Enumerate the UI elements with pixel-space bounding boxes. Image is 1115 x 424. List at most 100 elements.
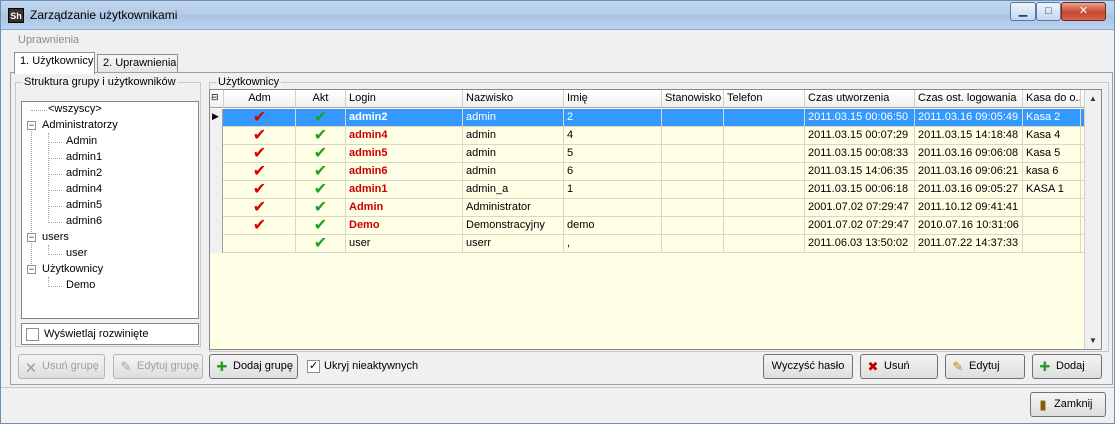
position-cell[interactable] (662, 217, 724, 235)
last-login-cell[interactable]: 2011.07.22 14:37:33 (915, 235, 1023, 253)
position-cell[interactable] (662, 163, 724, 181)
adm-cell[interactable] (224, 235, 296, 253)
clear-password-button[interactable]: Wyczyść hasło (763, 354, 853, 379)
tree-item-admin4[interactable]: admin4 (22, 182, 198, 198)
created-cell[interactable]: 2011.03.15 00:07:29 (805, 127, 915, 145)
akt-cell[interactable]: ✔ (296, 145, 346, 163)
row-indicator[interactable] (210, 163, 223, 181)
tree-item-admin5[interactable]: admin5 (22, 198, 198, 214)
surname-cell[interactable]: admin (463, 127, 564, 145)
login-cell[interactable]: admin1 (346, 181, 463, 199)
adm-cell[interactable]: ✔ (224, 145, 296, 163)
cash-register-cell[interactable]: Kasa 2 (1023, 109, 1081, 127)
phone-cell[interactable] (724, 217, 805, 235)
cash-register-cell[interactable] (1023, 235, 1081, 253)
adm-cell[interactable]: ✔ (224, 217, 296, 235)
position-cell[interactable] (662, 199, 724, 217)
created-cell[interactable]: 2011.03.15 00:08:33 (805, 145, 915, 163)
edit-user-button[interactable]: ✎ Edytuj (945, 354, 1025, 379)
current-row-indicator[interactable]: ▶ (210, 109, 223, 127)
last-login-cell[interactable]: 2011.03.15 14:18:48 (915, 127, 1023, 145)
row-indicator[interactable] (210, 127, 223, 145)
tree-item-admin6[interactable]: admin6 (22, 214, 198, 230)
table-row[interactable]: ▶ ✔ ✔ admin2 admin 2 2011.03.15 00:06:50 2011.0… (210, 109, 1085, 127)
column-header-imie[interactable]: Imię (564, 90, 662, 108)
phone-cell[interactable] (724, 181, 805, 199)
menu-uprawnienia[interactable]: Uprawnienia (18, 34, 79, 46)
firstname-cell[interactable]: 2 (564, 109, 662, 127)
firstname-cell[interactable]: demo (564, 217, 662, 235)
position-cell[interactable] (662, 109, 724, 127)
remove-group-button[interactable]: 🗙 Usuń grupę (18, 354, 105, 379)
login-cell[interactable]: admin5 (346, 145, 463, 163)
column-header-telefon[interactable]: Telefon (724, 90, 805, 108)
created-cell[interactable]: 2011.06.03 13:50:02 (805, 235, 915, 253)
row-indicator[interactable] (210, 217, 223, 235)
table-row[interactable]: ✔ ✔ admin1 admin_a 1 2011.03.15 00:06:18 2011.… (210, 181, 1085, 199)
table-row[interactable]: ✔ ✔ admin4 admin 4 2011.03.15 00:07:29 2011.03… (210, 127, 1085, 145)
add-user-button[interactable]: ✚ Dodaj (1032, 354, 1102, 379)
akt-cell[interactable]: ✔ (296, 199, 346, 217)
position-cell[interactable] (662, 145, 724, 163)
tree-item-users[interactable]: − users (22, 230, 198, 246)
phone-cell[interactable] (724, 163, 805, 181)
last-login-cell[interactable]: 2011.03.16 09:06:08 (915, 145, 1023, 163)
cash-register-cell[interactable]: kasa 6 (1023, 163, 1081, 181)
close-window-button[interactable]: ✕ (1061, 2, 1106, 21)
login-cell[interactable]: admin6 (346, 163, 463, 181)
akt-cell[interactable]: ✔ (296, 235, 346, 253)
maximize-button[interactable]: □ (1036, 2, 1061, 21)
created-cell[interactable]: 2011.03.15 00:06:50 (805, 109, 915, 127)
surname-cell[interactable]: admin (463, 109, 564, 127)
akt-cell[interactable]: ✔ (296, 127, 346, 145)
surname-cell[interactable]: userr (463, 235, 564, 253)
surname-cell[interactable]: admin (463, 145, 564, 163)
tab-users[interactable]: 1. Użytkownicy (14, 52, 95, 74)
created-cell[interactable]: 2001.07.02 07:29:47 (805, 199, 915, 217)
firstname-cell[interactable]: 6 (564, 163, 662, 181)
scroll-down-icon[interactable]: ▼ (1085, 332, 1101, 349)
edit-group-button[interactable]: ✎ Edytuj grupę (113, 354, 203, 379)
surname-cell[interactable]: Administrator (463, 199, 564, 217)
table-row[interactable]: ✔ ✔ Demo Demonstracyjny demo 2001.07.02 07:29… (210, 217, 1085, 235)
surname-cell[interactable]: admin (463, 163, 564, 181)
tree-item-admin1[interactable]: admin1 (22, 150, 198, 166)
firstname-cell[interactable]: , (564, 235, 662, 253)
group-tree[interactable]: <wszyscy> − Administratorzy Admin admin1 (21, 101, 199, 319)
akt-cell[interactable]: ✔ (296, 217, 346, 235)
firstname-cell[interactable]: 5 (564, 145, 662, 163)
phone-cell[interactable] (724, 109, 805, 127)
cash-register-cell[interactable]: Kasa 4 (1023, 127, 1081, 145)
tree-item-administratorzy[interactable]: − Administratorzy (22, 118, 198, 134)
row-indicator[interactable] (210, 145, 223, 163)
column-header-login[interactable]: Login (346, 90, 463, 108)
firstname-cell[interactable]: 1 (564, 181, 662, 199)
phone-cell[interactable] (724, 127, 805, 145)
collapse-icon[interactable]: − (27, 121, 36, 130)
phone-cell[interactable] (724, 199, 805, 217)
phone-cell[interactable] (724, 235, 805, 253)
column-header-stanowisko[interactable]: Stanowisko (662, 90, 724, 108)
position-cell[interactable] (662, 127, 724, 145)
login-cell[interactable]: admin4 (346, 127, 463, 145)
login-cell[interactable]: Demo (346, 217, 463, 235)
created-cell[interactable]: 2011.03.15 00:06:18 (805, 181, 915, 199)
table-row[interactable]: ✔ ✔ Admin Administrator 2001.07.02 07:29:47 2… (210, 199, 1085, 217)
phone-cell[interactable] (724, 145, 805, 163)
grid-vertical-scrollbar[interactable]: ▲ ▼ (1084, 90, 1101, 349)
row-indicator[interactable] (210, 181, 223, 199)
close-dialog-button[interactable]: ▮ Zamknij (1030, 392, 1106, 417)
adm-cell[interactable]: ✔ (224, 127, 296, 145)
tree-item-admin2[interactable]: admin2 (22, 166, 198, 182)
last-login-cell[interactable]: 2010.07.16 10:31:06 (915, 217, 1023, 235)
minimize-button[interactable]: ▁ (1010, 2, 1036, 21)
users-grid[interactable]: ⊟ Adm Akt Login Nazwisko Imię Stanowisko Telefo… (209, 89, 1102, 350)
last-login-cell[interactable]: 2011.03.16 09:05:27 (915, 181, 1023, 199)
hide-inactive-checkbox[interactable]: ✓ (307, 360, 320, 373)
add-group-button[interactable]: ✚ Dodaj grupę (209, 354, 298, 379)
last-login-cell[interactable]: 2011.03.16 09:05:49 (915, 109, 1023, 127)
cash-register-cell[interactable] (1023, 199, 1081, 217)
position-cell[interactable] (662, 181, 724, 199)
row-indicator[interactable] (210, 199, 223, 217)
column-header-adm[interactable]: Adm (224, 90, 296, 108)
